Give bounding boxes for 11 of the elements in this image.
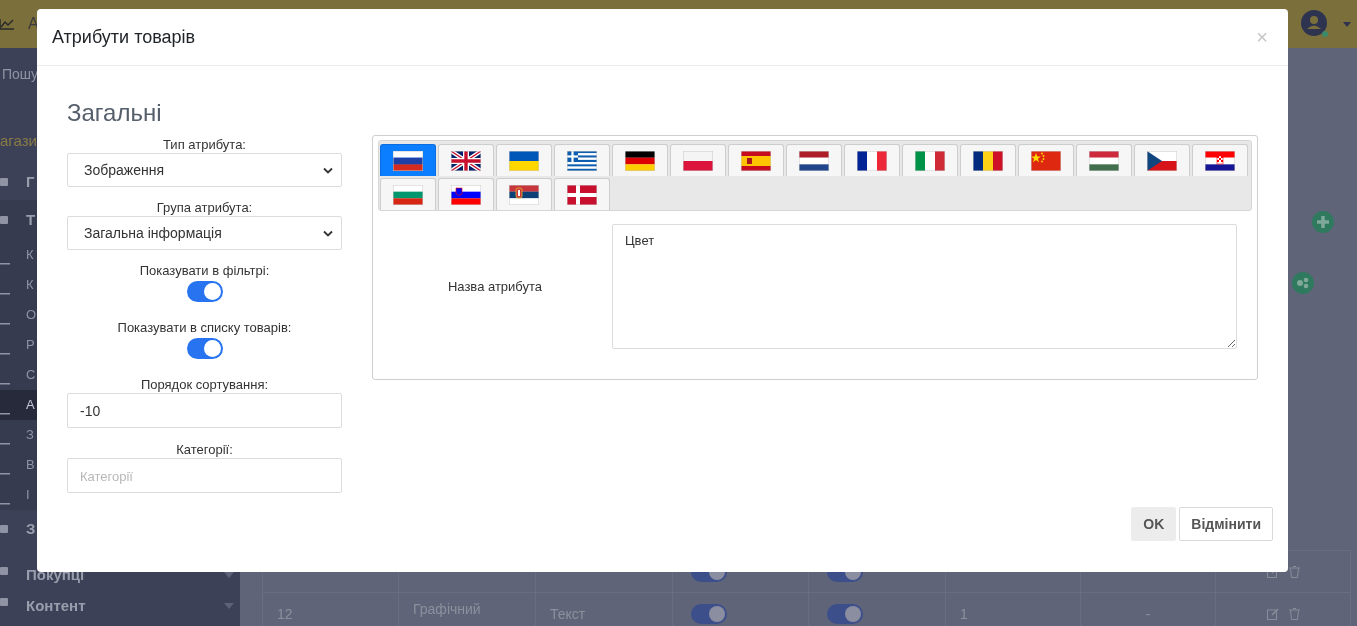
categories-value: - — [1145, 605, 1151, 622]
field-label: Категорії: — [176, 442, 233, 458]
field-label: Порядок сортування: — [140, 377, 269, 393]
field-label: Тип атрибута: — [163, 137, 246, 153]
field-label: Група атрибута: — [156, 200, 253, 216]
field-label: Показувати в списку товарів: — [117, 320, 292, 336]
field-label: Показувати в фільтрі: — [139, 263, 270, 279]
section-heading: Загальні — [67, 99, 163, 127]
dialog-title: Атрибути товарів — [52, 26, 196, 48]
store-name: агази — [0, 130, 37, 151]
field-label: Назва атрибута — [446, 279, 544, 294]
